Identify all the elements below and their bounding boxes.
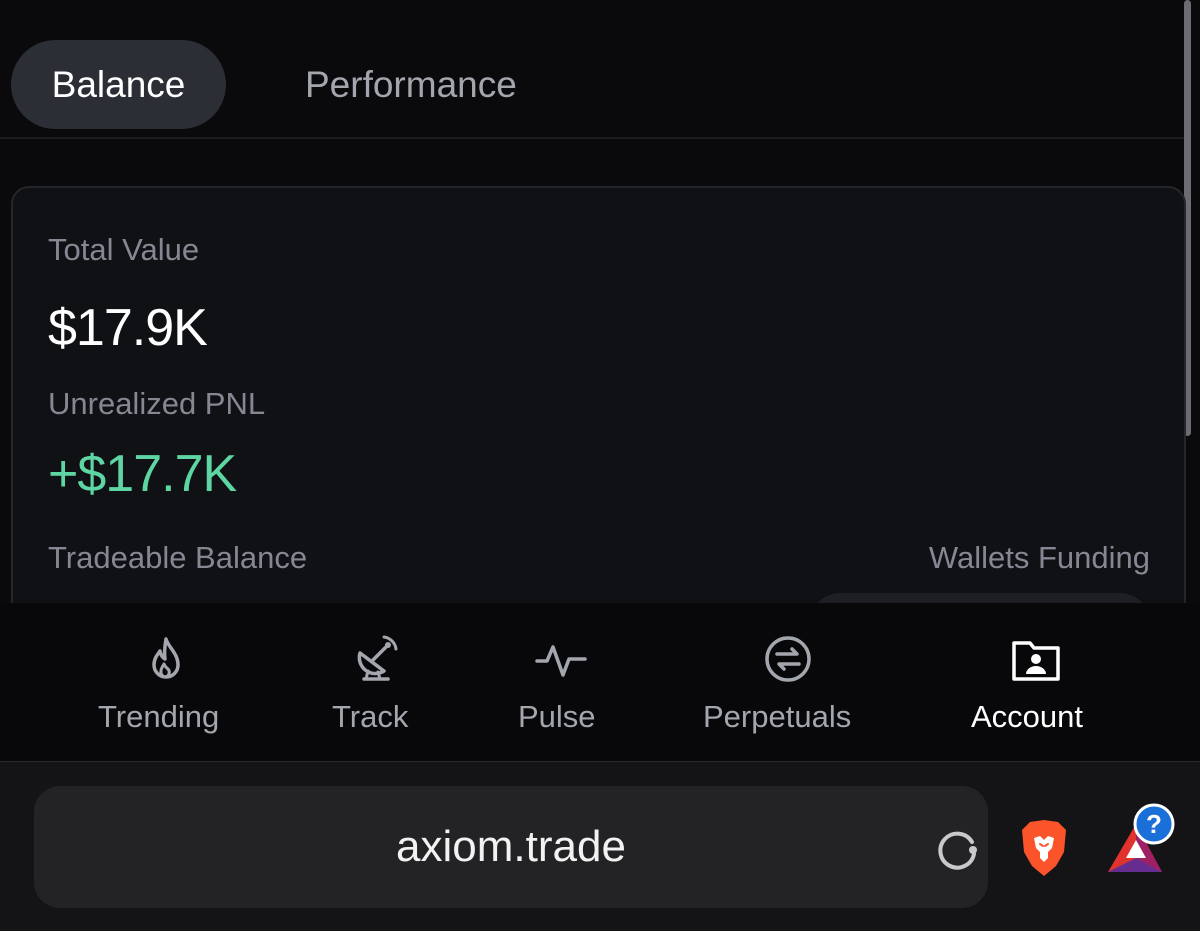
nav-label-trending: Trending [98,699,220,734]
flame-icon [152,637,180,679]
balance-card: Total Value $17.9K Unrealized PNL +$17.7… [11,186,1186,656]
brave-shield-icon[interactable] [1018,818,1070,878]
nav-item-perpetuals[interactable]: Perpetuals [700,603,876,761]
bottom-nav: Trending Track Pulse Perpetuals Account [0,603,1200,761]
pulse-icon [535,645,587,677]
nav-label-perpetuals: Perpetuals [703,699,852,734]
browser-toolbar: axiom.trade ? [0,761,1200,931]
tradeable-balance-label: Tradeable Balance [48,540,308,575]
address-bar[interactable]: axiom.trade [34,786,988,908]
tab-balance[interactable]: Balance [11,40,226,129]
nav-item-track[interactable]: Track [330,603,422,761]
satellite-dish-icon [357,635,398,681]
url-text: axiom.trade [396,822,626,871]
app-screen: Balance Performance Total Value $17.9K U… [0,0,1200,931]
swap-circle-icon [765,636,811,682]
account-folder-icon [1012,641,1060,681]
total-value-label: Total Value [48,232,200,267]
nav-label-account: Account [971,699,1084,734]
balance-performance-tabs: Balance Performance [0,0,1200,139]
nav-item-account[interactable]: Account [968,603,1106,761]
nav-item-trending[interactable]: Trending [95,603,237,761]
unrealized-pnl-value: +$17.7K [48,445,237,503]
bat-rewards-icon[interactable]: ? [1102,802,1182,882]
tab-performance[interactable]: Performance [305,40,517,129]
tabs-divider [0,137,1190,139]
unrealized-pnl-label: Unrealized PNL [48,386,266,421]
nav-item-pulse[interactable]: Pulse [515,603,607,761]
nav-label-pulse: Pulse [518,699,596,734]
total-value: $17.9K [48,299,208,357]
notification-badge-text: ? [1146,809,1162,839]
wallets-funding-label: Wallets Funding [928,540,1150,575]
reload-icon[interactable] [932,824,982,874]
nav-label-track: Track [332,699,409,734]
